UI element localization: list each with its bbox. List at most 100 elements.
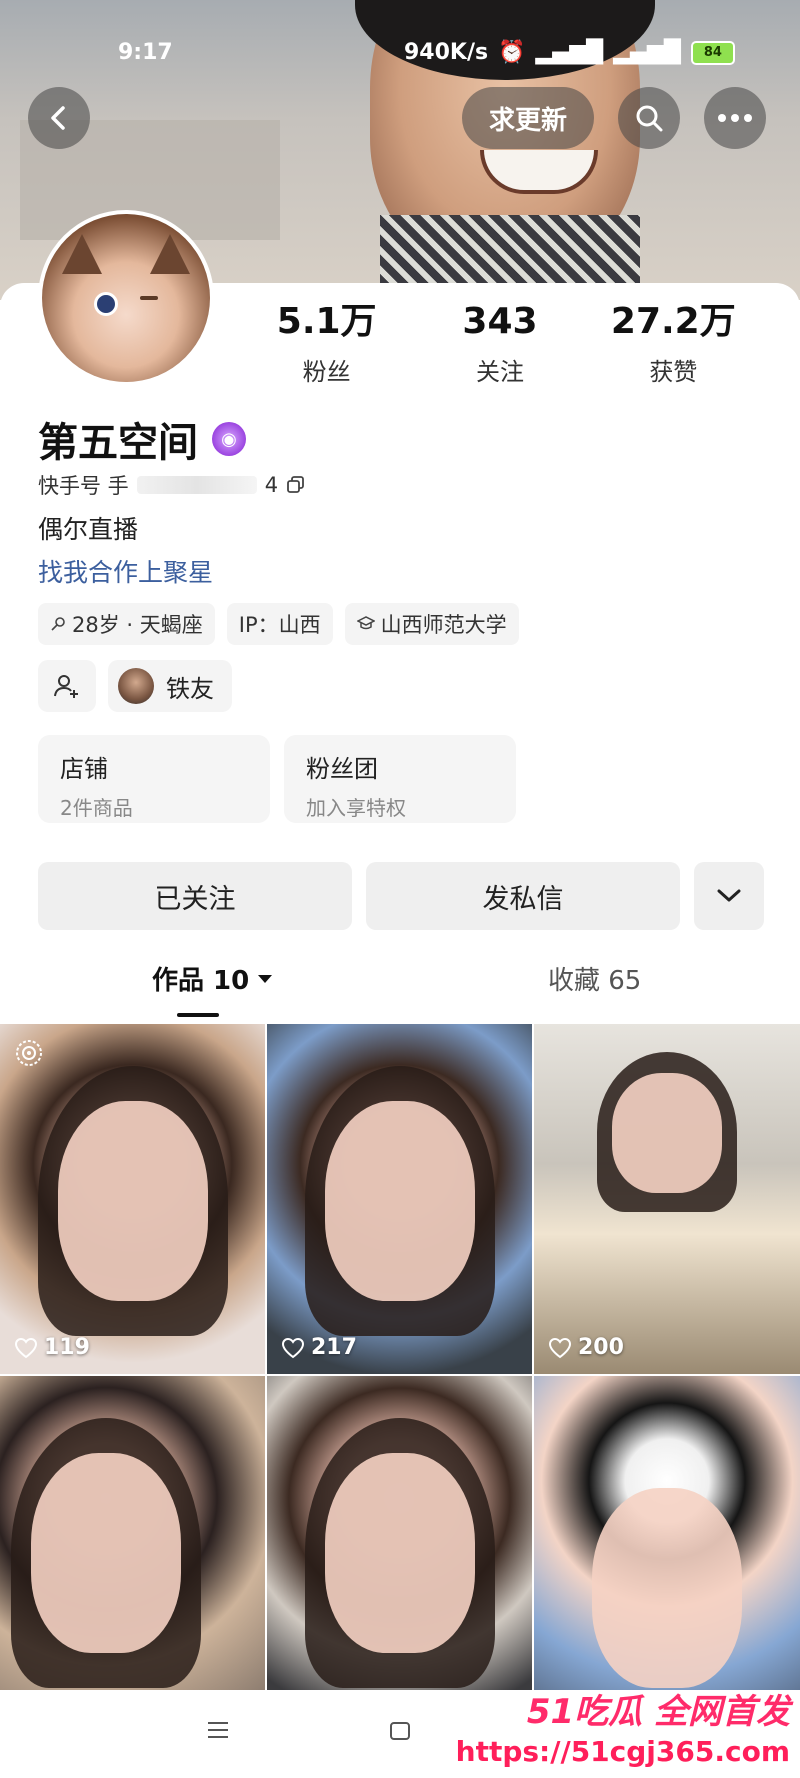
content-tabs: 作品 10 收藏 65 <box>0 960 800 1017</box>
thumbnail-face <box>57 1101 208 1301</box>
tab-active-indicator <box>177 1013 219 1017</box>
search-icon <box>636 105 663 132</box>
like-count-value: 200 <box>578 1335 624 1360</box>
video-thumbnail[interactable] <box>267 1376 532 1726</box>
video-thumbnail[interactable] <box>0 1376 265 1726</box>
message-button[interactable]: 发私信 <box>366 862 680 930</box>
heart-icon <box>281 1337 305 1358</box>
copy-icon[interactable] <box>286 475 306 495</box>
avatar-image <box>42 214 210 382</box>
add-friend-button[interactable] <box>38 660 96 712</box>
fan-club-chip[interactable]: 铁友 <box>108 660 232 712</box>
shop-title: 店铺 <box>60 755 108 783</box>
video-thumbnail[interactable]: 217 <box>267 1024 532 1374</box>
more-options-button[interactable] <box>704 87 766 149</box>
tab-works-label: 作品 10 <box>152 966 250 996</box>
user-id-row: 快手号 手 4 <box>38 470 306 500</box>
like-count: 217 <box>281 1335 357 1360</box>
user-id-prefix: 快手号 手 <box>38 474 129 498</box>
stat-value: 343 <box>462 301 538 342</box>
fan-group-title: 粉丝团 <box>306 755 378 783</box>
status-time: 9:17 <box>118 40 173 65</box>
shop-card[interactable]: 店铺 2件商品 <box>38 735 270 823</box>
search-button[interactable] <box>618 87 680 149</box>
tag-school[interactable]: 山西师范大学 <box>344 603 519 645</box>
female-icon <box>51 617 65 631</box>
more-dots-icon <box>718 114 752 122</box>
stat-label: 关注 <box>475 358 524 386</box>
thumbnail-face <box>612 1073 722 1193</box>
user-id-redacted <box>136 476 257 494</box>
chevron-down-icon <box>717 889 741 902</box>
avatar-wink <box>140 296 158 300</box>
like-count: 200 <box>548 1335 624 1360</box>
add-user-icon <box>54 675 78 698</box>
profile-bio: 偶尔直播 <box>38 515 139 544</box>
watermark-url: https://51cgj365.com <box>455 1735 790 1768</box>
name-row: 第五空间 ◉ <box>38 410 246 468</box>
fan-group-subtitle: 加入享特权 <box>306 796 406 820</box>
avatar-eye <box>94 292 118 316</box>
thumbnail-face <box>31 1453 181 1653</box>
signal-icon: ▂▄▆█ <box>535 40 604 65</box>
action-row: 已关注 发私信 <box>38 862 764 930</box>
avatar-cat-ears <box>62 234 190 274</box>
social-row: 铁友 <box>38 660 232 712</box>
profile-stats: 5.1万 粉丝 343 关注 27.2万 获赞 <box>240 302 760 387</box>
request-update-button[interactable]: 求更新 <box>462 87 594 149</box>
video-thumbnail[interactable] <box>534 1376 800 1726</box>
alarm-icon: ⏰ <box>498 40 526 65</box>
fan-club-name: 铁友 <box>166 674 214 703</box>
profile-name: 第五空间 <box>38 420 198 466</box>
thumbnail-face <box>592 1488 742 1688</box>
battery-icon: 84 <box>690 40 735 65</box>
stat-following[interactable]: 343 关注 <box>413 302 586 387</box>
user-id-suffix: 4 <box>264 473 279 497</box>
stat-label: 粉丝 <box>302 358 351 386</box>
tag-label: 28岁 · 天蝎座 <box>72 613 203 637</box>
stat-value: 5.1万 <box>276 301 377 342</box>
video-thumbnail[interactable]: 119 <box>0 1024 265 1374</box>
tag-label: IP：山西 <box>238 613 321 637</box>
video-thumbnail[interactable]: 200 <box>534 1024 800 1374</box>
info-cards: 店铺 2件商品 粉丝团 加入享特权 <box>38 735 516 823</box>
network-speed: 940K/s <box>404 40 489 65</box>
followed-button[interactable]: 已关注 <box>38 862 352 930</box>
heart-icon <box>548 1337 572 1358</box>
like-count: 119 <box>14 1335 90 1360</box>
watermark-slogan: 51吃瓜 全网首发 <box>526 1692 790 1732</box>
live-photo-icon <box>16 1040 42 1066</box>
fan-group-card[interactable]: 粉丝团 加入享特权 <box>284 735 516 823</box>
expand-button[interactable] <box>694 862 764 930</box>
thumbnail-face <box>324 1453 475 1653</box>
profile-tags: 28岁 · 天蝎座 IP：山西 山西师范大学 <box>38 603 519 645</box>
stat-label: 获赞 <box>649 358 698 386</box>
verified-badge-icon[interactable]: ◉ <box>212 422 246 456</box>
tab-works[interactable]: 作品 10 <box>152 960 273 997</box>
stat-likes[interactable]: 27.2万 获赞 <box>587 302 760 387</box>
like-count-value: 217 <box>311 1335 357 1360</box>
chevron-left-icon <box>51 106 65 130</box>
status-indicators: 940K/s ⏰ ▂▄▆█ ▂▄▆█ 84 <box>404 40 735 65</box>
status-bar: 9:17 940K/s ⏰ ▂▄▆█ ▂▄▆█ 84 <box>0 30 800 74</box>
cooperation-link[interactable]: 找我合作上聚星 <box>38 553 213 589</box>
fan-avatar <box>118 668 154 704</box>
tag-ip: IP：山西 <box>226 603 333 645</box>
thumbnail-face <box>324 1101 475 1301</box>
like-count-value: 119 <box>44 1335 90 1360</box>
video-grid: 119 217 200 <box>0 1024 800 1726</box>
watermark: 51吃瓜 全网首发 https://51cgj365.com <box>456 1684 790 1768</box>
stat-followers[interactable]: 5.1万 粉丝 <box>240 302 413 387</box>
graduation-cap-icon <box>356 616 375 630</box>
caret-down-icon <box>258 974 273 983</box>
profile-avatar[interactable] <box>38 210 214 386</box>
tag-age: 28岁 · 天蝎座 <box>38 603 215 645</box>
back-button[interactable] <box>28 87 90 149</box>
signal-icon-2: ▂▄▆█ <box>613 40 681 65</box>
home-icon[interactable] <box>388 1720 412 1742</box>
shop-subtitle: 2件商品 <box>60 796 133 820</box>
menu-icon[interactable] <box>206 1720 230 1740</box>
heart-icon <box>14 1337 38 1358</box>
stat-value: 27.2万 <box>610 301 736 342</box>
tab-favorites[interactable]: 收藏 65 <box>548 960 641 997</box>
